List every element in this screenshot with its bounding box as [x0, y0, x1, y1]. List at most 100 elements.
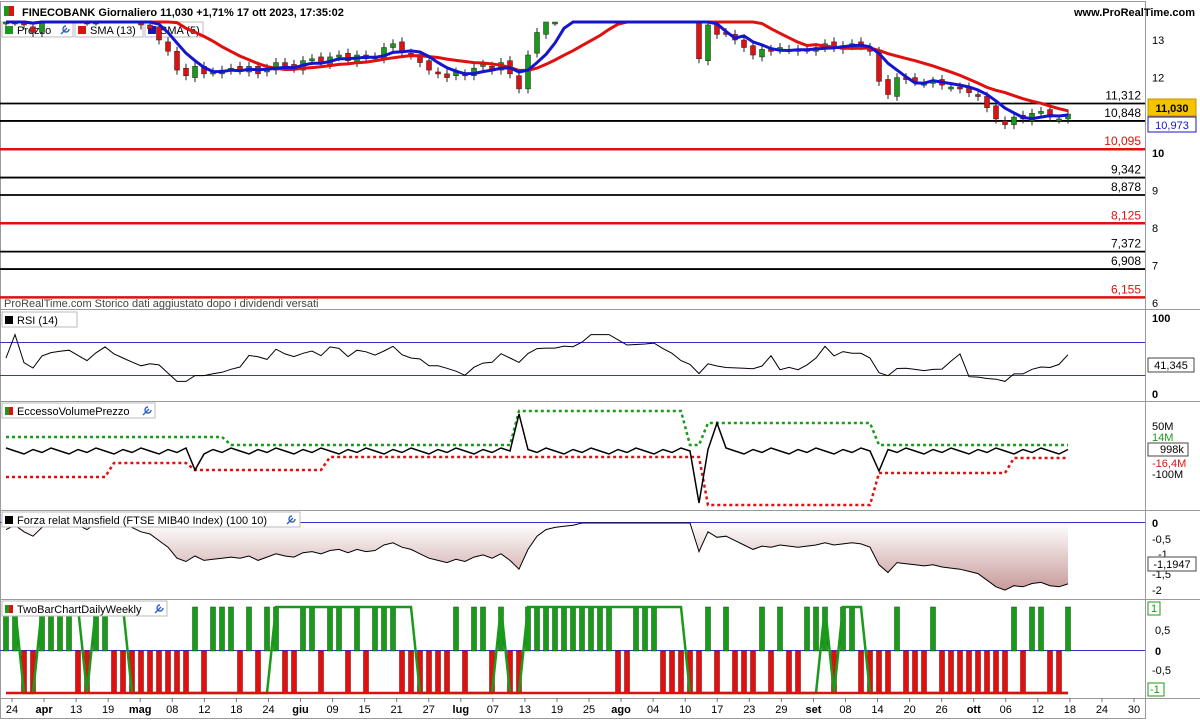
site-link[interactable]: www.ProRealTime.com: [1073, 7, 1195, 19]
twobar-down-bar: [921, 650, 927, 694]
twobar-up-bar: [210, 606, 216, 652]
candle-body: [399, 41, 405, 52]
twobar-down-bar: [876, 650, 882, 694]
price-tick: 12: [1152, 73, 1164, 85]
twobar-up-bar: [804, 606, 810, 652]
x-tick-label: 20: [903, 704, 915, 716]
twobar-up-bar: [588, 606, 594, 652]
mansfield-label: Forza relat Mansfield (FTSE MIB40 Index)…: [17, 515, 267, 527]
twobar-up-bar: [228, 606, 234, 652]
vol-tag-neg16m: -16,4M: [1152, 458, 1186, 470]
price-tick: 8: [1152, 223, 1158, 235]
x-tick-label: 10: [679, 704, 691, 716]
twobar-down-bar: [903, 650, 909, 694]
candle-body: [957, 86, 963, 90]
candle-body: [993, 105, 999, 120]
twobar-up-bar: [849, 606, 855, 652]
x-tick-label: 18: [1064, 704, 1076, 716]
candle-body: [759, 49, 765, 58]
twobar-up-bar: [813, 606, 819, 652]
last-price-tag: 11,030: [1147, 98, 1197, 117]
twobar-up-bar: [246, 606, 252, 652]
twobar-up-bar: [372, 606, 378, 652]
x-tick-label: 07: [487, 704, 499, 716]
twobar-down-bar: [741, 650, 747, 694]
x-tick-label: 06: [1000, 704, 1012, 716]
x-tick-label: 18: [230, 704, 242, 716]
twobar-up-bar: [1011, 606, 1017, 652]
svg-text:11,030: 11,030: [1155, 103, 1188, 115]
x-tick-label: ago: [611, 704, 631, 716]
twobar-up-bar: [561, 606, 567, 652]
price-tick: 9: [1152, 185, 1158, 197]
candle-body: [165, 41, 171, 52]
twobar-down-bar: [318, 650, 324, 694]
candle-body: [1056, 118, 1062, 122]
twobar-up-bar: [390, 606, 396, 652]
x-tick-label: 24: [1096, 704, 1108, 716]
x-tick-label: 25: [583, 704, 595, 716]
twobar-up-bar: [327, 606, 333, 652]
twobar-down-bar: [975, 650, 981, 694]
twobar-down-bar: [696, 650, 702, 694]
x-tick-label: mag: [129, 704, 152, 716]
twobar-down-bar: [1047, 650, 1053, 694]
x-tick-label: 26: [936, 704, 948, 716]
adjusted-data-note: ProRealTime.com Storico dati aggiustato …: [4, 298, 318, 310]
twobar-up-bar: [480, 606, 486, 652]
candle-body: [435, 71, 441, 75]
twobar-up-bar: [633, 606, 639, 652]
twobar-tag-1: 1: [1151, 603, 1157, 615]
price-tick: 10: [1152, 148, 1164, 160]
x-tick-label: lug: [453, 704, 470, 716]
twobar-down-bar: [75, 650, 81, 694]
twobar-up-bar: [192, 606, 198, 652]
twobar-tick-0: 0: [1155, 646, 1161, 658]
x-tick-label: 13: [519, 704, 531, 716]
twobar-down-bar: [885, 650, 891, 694]
price-tick: 7: [1152, 261, 1158, 273]
x-tick-label: 19: [551, 704, 563, 716]
x-tick-label: 08: [166, 704, 178, 716]
rsi-tick-100: 100: [1152, 313, 1170, 325]
twobar-up-bar: [705, 606, 711, 652]
candle-body: [696, 21, 702, 60]
twobar-down-bar: [183, 650, 189, 694]
x-tick-label: 19: [102, 704, 114, 716]
x-tick-label: 04: [647, 704, 659, 716]
level-label: 10,095: [1104, 134, 1141, 148]
twobar-down-bar: [993, 650, 999, 694]
candle-body: [1038, 111, 1044, 114]
candle-body: [147, 24, 153, 29]
twobar-up-bar: [570, 606, 576, 652]
candle-body: [282, 62, 288, 67]
level-label: 6,908: [1111, 254, 1141, 268]
x-tick-label: 30: [1128, 704, 1140, 716]
candle-body: [543, 21, 549, 35]
x-tick-label: 24: [6, 704, 18, 716]
twobar-down-bar: [165, 650, 171, 694]
twobar-up-bar: [552, 606, 558, 652]
twobar-down-bar: [120, 650, 126, 694]
twobar-up-bar: [534, 606, 540, 652]
candle-body: [984, 96, 990, 108]
candle-body: [948, 86, 954, 90]
twobar-up-bar: [453, 606, 459, 652]
vol-tag-14m: 14M: [1152, 432, 1173, 444]
twobar-down-bar: [912, 650, 918, 694]
candle-body: [156, 26, 162, 41]
level-label: 6,155: [1111, 282, 1141, 296]
candle-body: [516, 75, 522, 90]
twobar-up-bar: [642, 606, 648, 652]
level-label: 8,878: [1111, 180, 1141, 194]
mans-tick-05: -0,5: [1152, 534, 1171, 546]
candle-body: [741, 39, 747, 48]
twobar-up-bar: [651, 606, 657, 652]
x-tick-label: 15: [359, 704, 371, 716]
twobar-down-bar: [768, 650, 774, 694]
twobar-down-bar: [795, 650, 801, 694]
twobar-up-bar: [471, 606, 477, 652]
candle-body: [534, 32, 540, 54]
twobar-down-bar: [111, 650, 117, 694]
twobar-down-bar: [408, 650, 414, 694]
